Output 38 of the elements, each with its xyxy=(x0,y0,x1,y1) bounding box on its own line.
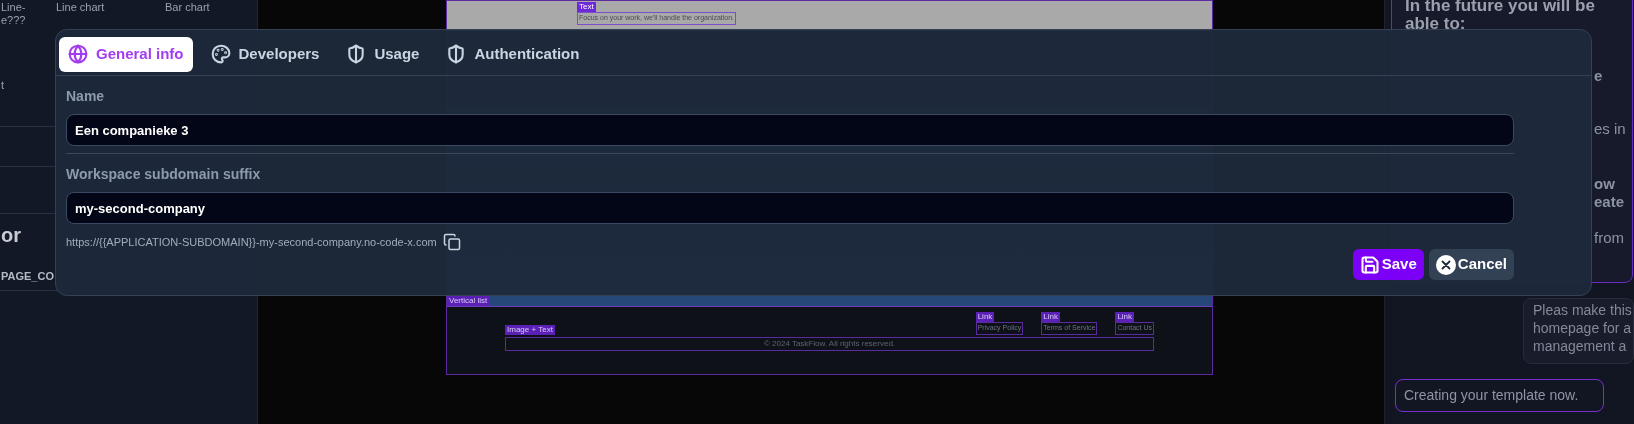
close-icon xyxy=(1435,254,1456,275)
card-text: from xyxy=(1594,229,1625,247)
sidebar-text: t xyxy=(1,78,5,93)
save-icon xyxy=(1359,254,1380,275)
tab[interactable]: Usage xyxy=(337,36,429,72)
element-tag: Image + Text xyxy=(505,324,555,335)
tab[interactable]: General info xyxy=(59,36,193,72)
tab[interactable]: Authentication xyxy=(437,36,589,72)
section-heading: or xyxy=(1,222,21,248)
element-tag: Link xyxy=(1041,312,1060,322)
variable-name: PAGE_CO xyxy=(1,268,54,284)
copyright-text: © 2024 TaskFlow. All rights reserved. xyxy=(505,336,1154,351)
element-tag: Link xyxy=(975,312,995,322)
user-message: Pleas make this homepage for a management a xyxy=(1523,298,1634,364)
copy-icon[interactable] xyxy=(442,233,461,251)
card-text: e xyxy=(1594,67,1604,85)
globe-icon xyxy=(68,44,88,64)
card-text: eate xyxy=(1594,193,1626,211)
card-text: ow xyxy=(1594,175,1616,193)
shield-icon xyxy=(446,44,467,64)
chart-type-label: Line chart xyxy=(56,1,106,15)
cancel-button[interactable]: Cancel xyxy=(1428,249,1514,280)
palette-icon xyxy=(210,44,231,64)
element-tag: Text xyxy=(577,2,596,12)
tab[interactable]: Developers xyxy=(201,36,329,72)
field-label: Workspace subdomain suffix xyxy=(66,166,262,182)
url-text: https://{{APPLICATION-SUBDOMAIN}}-my-second-company.no-code-x.com xyxy=(66,234,437,250)
element-tag: Link xyxy=(1115,312,1135,322)
card-text: es in xyxy=(1594,120,1627,138)
shield-icon xyxy=(346,44,367,64)
field-label: Name xyxy=(66,88,106,104)
text-field[interactable]: Een companieke 3 xyxy=(66,114,1514,146)
chart-type-label: Bar chart xyxy=(165,1,211,15)
element-tag: Vertical list xyxy=(447,296,490,306)
save-button[interactable]: Save xyxy=(1352,249,1424,280)
status-message: Creating your template now. xyxy=(1395,379,1604,412)
text-field[interactable]: my-second-company xyxy=(66,192,1514,224)
chart-type-label: Line- e??? xyxy=(0,1,27,27)
